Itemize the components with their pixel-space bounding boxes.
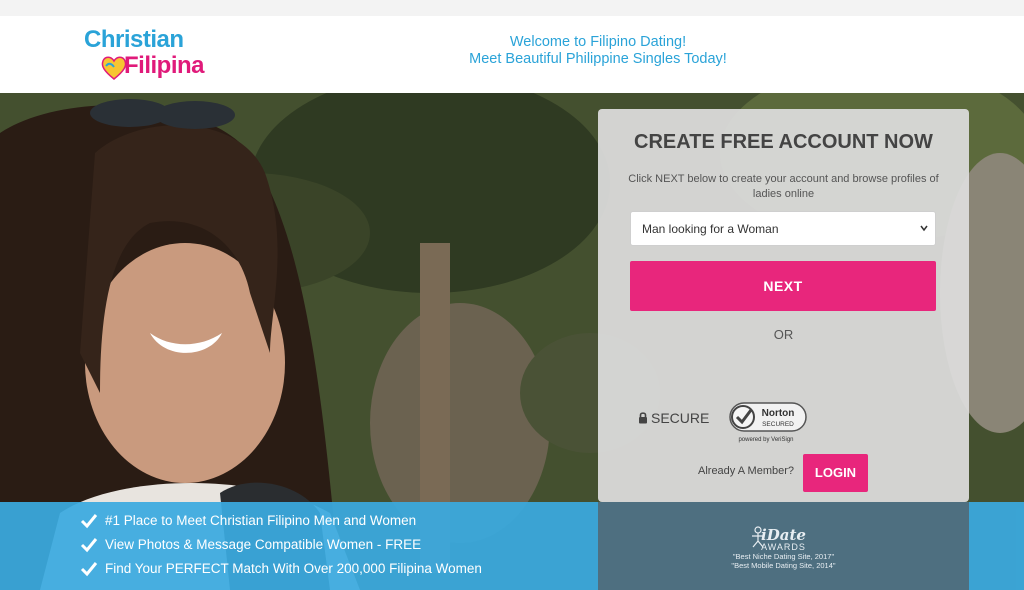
seeking-select[interactable]: Man looking for a Woman xyxy=(630,211,936,246)
seeking-select-value: Man looking for a Woman xyxy=(642,222,779,236)
signup-panel: CREATE FREE ACCOUNT NOW Click NEXT below… xyxy=(598,109,969,502)
signup-title: CREATE FREE ACCOUNT NOW xyxy=(634,131,933,153)
chevron-down-icon xyxy=(920,225,928,232)
welcome-message: Welcome to Filipino Dating! Meet Beautif… xyxy=(430,34,766,68)
award-panel: iDate AWARDS "Best Niche Dating Site, 20… xyxy=(598,502,969,590)
norton-secured-text: SECURED xyxy=(762,421,794,428)
norton-text: Norton xyxy=(762,408,795,419)
login-button[interactable]: LOGIN xyxy=(803,454,868,492)
site-header: Christian Filipina Welcome to Filipino D… xyxy=(0,16,1024,93)
lock-icon xyxy=(639,412,647,424)
award-subtitle: AWARDS xyxy=(761,542,806,552)
already-member-text: Already A Member? xyxy=(698,465,794,477)
top-strip xyxy=(0,0,1024,16)
norton-verisign-text: powered by VeriSign xyxy=(738,437,793,443)
site-logo[interactable]: Christian Filipina xyxy=(80,24,220,86)
next-button[interactable]: NEXT xyxy=(630,261,936,311)
logo-text-line2: Filipina xyxy=(124,52,205,79)
norton-check-icon xyxy=(731,405,755,429)
secure-label: SECURE xyxy=(638,410,709,426)
feature-text: #1 Place to Meet Christian Filipino Men … xyxy=(105,513,417,528)
feature-item: View Photos & Message Compatible Women -… xyxy=(80,534,482,558)
norton-secured-badge[interactable]: Norton SECURED powered by VeriSign xyxy=(726,401,810,445)
award-quote-2: "Best Mobile Dating Site, 2014" xyxy=(731,561,836,570)
feature-item: Find Your PERFECT Match With Over 200,00… xyxy=(80,558,482,582)
secure-text: SECURE xyxy=(651,410,710,426)
signup-subtitle: Click NEXT below to create your account … xyxy=(628,173,939,200)
feature-item: #1 Place to Meet Christian Filipino Men … xyxy=(80,510,482,534)
award-quote-1: "Best Niche Dating Site, 2017" xyxy=(732,552,835,561)
idate-award: iDate AWARDS "Best Niche Dating Site, 20… xyxy=(598,526,969,570)
checkmark-icon xyxy=(80,514,98,529)
logo-text-line1: Christian xyxy=(84,26,184,53)
feature-text: View Photos & Message Compatible Women -… xyxy=(105,537,422,552)
welcome-line-2: Meet Beautiful Philippine Singles Today! xyxy=(469,51,727,67)
or-divider: OR xyxy=(773,327,794,342)
welcome-line-1: Welcome to Filipino Dating! xyxy=(509,34,687,50)
checkmark-icon xyxy=(80,562,98,577)
checkmark-icon xyxy=(80,538,98,553)
feature-list: #1 Place to Meet Christian Filipino Men … xyxy=(80,510,482,582)
feature-text: Find Your PERFECT Match With Over 200,00… xyxy=(105,561,482,576)
award-figure-icon xyxy=(752,526,764,548)
